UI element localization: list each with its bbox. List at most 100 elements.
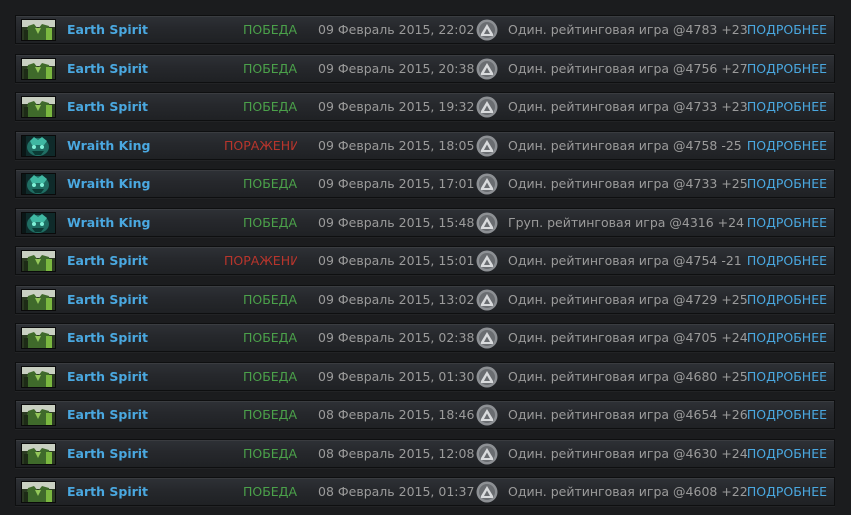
ranked-mode-icon xyxy=(476,366,498,388)
wraith-king-portrait-icon xyxy=(21,212,56,234)
details-link[interactable]: ПОДРОБНЕЕ xyxy=(747,176,827,191)
details-link[interactable]: ПОДРОБНЕЕ xyxy=(747,292,827,307)
earth-spirit-portrait-icon xyxy=(21,58,56,80)
hero-name[interactable]: Earth Spirit xyxy=(67,22,237,37)
earth-spirit-portrait-icon xyxy=(21,289,56,311)
match-date: 08 Февраль 2015, 01:37 xyxy=(318,484,475,499)
match-description: Один. рейтинговая игра @4705 +24 xyxy=(508,330,748,345)
ranked-mode-icon xyxy=(476,135,498,157)
details-link[interactable]: ПОДРОБНЕЕ xyxy=(747,215,827,230)
hero-name[interactable]: Earth Spirit xyxy=(67,407,237,422)
details-link[interactable]: ПОДРОБНЕЕ xyxy=(747,484,827,499)
ranked-mode-icon xyxy=(476,173,498,195)
match-description: Один. рейтинговая игра @4733 +23 xyxy=(508,99,748,114)
match-result: ПОБЕДА xyxy=(242,484,297,499)
details-link[interactable]: ПОДРОБНЕЕ xyxy=(747,253,827,268)
match-date: 09 Февраль 2015, 13:02 xyxy=(318,292,475,307)
match-result: ПОБЕДА xyxy=(242,99,297,114)
details-link[interactable]: ПОДРОБНЕЕ xyxy=(747,99,827,114)
match-date: 09 Февраль 2015, 15:01 xyxy=(318,253,475,268)
hero-name[interactable]: Earth Spirit xyxy=(67,330,237,345)
earth-spirit-portrait-icon xyxy=(21,96,56,118)
match-row[interactable]: Earth Spirit ПОБЕДА 09 Февраль 2015, 01:… xyxy=(15,362,835,391)
ranked-mode-icon xyxy=(476,96,498,118)
details-link[interactable]: ПОДРОБНЕЕ xyxy=(747,22,827,37)
match-date: 09 Февраль 2015, 01:30 xyxy=(318,369,475,384)
ranked-mode-icon xyxy=(476,481,498,503)
match-date: 09 Февраль 2015, 17:01 xyxy=(318,176,475,191)
ranked-mode-icon xyxy=(476,19,498,41)
match-description: Один. рейтинговая игра @4729 +25 xyxy=(508,292,748,307)
hero-name[interactable]: Earth Spirit xyxy=(67,292,237,307)
details-link[interactable]: ПОДРОБНЕЕ xyxy=(747,330,827,345)
match-description: Один. рейтинговая игра @4754 -21 xyxy=(508,253,742,268)
match-row[interactable]: Earth Spirit ПОБЕДА 09 Февраль 2015, 19:… xyxy=(15,92,835,121)
ranked-mode-icon xyxy=(476,404,498,426)
match-date: 09 Февраль 2015, 22:02 xyxy=(318,22,475,37)
match-row[interactable]: Wraith King ПОБЕДА 09 Февраль 2015, 15:4… xyxy=(15,208,835,237)
ranked-mode-icon xyxy=(476,289,498,311)
details-link[interactable]: ПОДРОБНЕЕ xyxy=(747,369,827,384)
hero-name[interactable]: Wraith King xyxy=(67,138,237,153)
wraith-king-portrait-icon xyxy=(21,173,56,195)
hero-name[interactable]: Earth Spirit xyxy=(67,446,237,461)
match-row[interactable]: Earth Spirit ПОРАЖЕНИ 09 Февраль 2015, 1… xyxy=(15,246,835,275)
match-result: ПОБЕДА xyxy=(242,22,297,37)
details-link[interactable]: ПОДРОБНЕЕ xyxy=(747,446,827,461)
match-date: 08 Февраль 2015, 18:46 xyxy=(318,407,475,422)
hero-name[interactable]: Earth Spirit xyxy=(67,61,237,76)
earth-spirit-portrait-icon xyxy=(21,481,56,503)
match-row[interactable]: Wraith King ПОБЕДА 09 Февраль 2015, 17:0… xyxy=(15,169,835,198)
match-row[interactable]: Wraith King ПОРАЖЕНИ 09 Февраль 2015, 18… xyxy=(15,131,835,160)
hero-name[interactable]: Wraith King xyxy=(67,215,237,230)
match-description: Один. рейтинговая игра @4733 +25 xyxy=(508,176,748,191)
match-description: Груп. рейтинговая игра @4316 +24 xyxy=(508,215,745,230)
match-date: 08 Февраль 2015, 12:08 xyxy=(318,446,475,461)
details-link[interactable]: ПОДРОБНЕЕ xyxy=(747,61,827,76)
match-result: ПОБЕДА xyxy=(242,407,297,422)
ranked-mode-icon xyxy=(476,443,498,465)
hero-name[interactable]: Earth Spirit xyxy=(67,99,237,114)
match-date: 09 Февраль 2015, 15:48 xyxy=(318,215,475,230)
earth-spirit-portrait-icon xyxy=(21,443,56,465)
match-row[interactable]: Earth Spirit ПОБЕДА 08 Февраль 2015, 18:… xyxy=(15,400,835,429)
match-description: Один. рейтинговая игра @4783 +23 xyxy=(508,22,748,37)
ranked-mode-icon xyxy=(476,58,498,80)
match-result: ПОРАЖЕНИ xyxy=(224,138,297,153)
hero-name[interactable]: Earth Spirit xyxy=(67,253,237,268)
match-result: ПОБЕДА xyxy=(242,215,297,230)
details-link[interactable]: ПОДРОБНЕЕ xyxy=(747,138,827,153)
ranked-mode-icon xyxy=(476,327,498,349)
match-history-list: Earth Spirit ПОБЕДА 09 Февраль 2015, 22:… xyxy=(0,0,851,515)
match-result: ПОБЕДА xyxy=(242,369,297,384)
match-description: Один. рейтинговая игра @4758 -25 xyxy=(508,138,742,153)
earth-spirit-portrait-icon xyxy=(21,404,56,426)
hero-name[interactable]: Earth Spirit xyxy=(67,369,237,384)
match-row[interactable]: Earth Spirit ПОБЕДА 09 Февраль 2015, 13:… xyxy=(15,285,835,314)
earth-spirit-portrait-icon xyxy=(21,366,56,388)
match-description: Один. рейтинговая игра @4608 +22 xyxy=(508,484,748,499)
match-row[interactable]: Earth Spirit ПОБЕДА 08 Февраль 2015, 01:… xyxy=(15,477,835,506)
earth-spirit-portrait-icon xyxy=(21,327,56,349)
match-row[interactable]: Earth Spirit ПОБЕДА 09 Февраль 2015, 20:… xyxy=(15,54,835,83)
ranked-mode-icon xyxy=(476,250,498,272)
match-description: Один. рейтинговая игра @4756 +27 xyxy=(508,61,748,76)
match-row[interactable]: Earth Spirit ПОБЕДА 09 Февраль 2015, 22:… xyxy=(15,15,835,44)
match-description: Один. рейтинговая игра @4630 +24 xyxy=(508,446,748,461)
hero-name[interactable]: Wraith King xyxy=(67,176,237,191)
match-result: ПОБЕДА xyxy=(242,176,297,191)
details-link[interactable]: ПОДРОБНЕЕ xyxy=(747,407,827,422)
match-date: 09 Февраль 2015, 02:38 xyxy=(318,330,475,345)
match-date: 09 Февраль 2015, 18:05 xyxy=(318,138,475,153)
match-description: Один. рейтинговая игра @4680 +25 xyxy=(508,369,748,384)
earth-spirit-portrait-icon xyxy=(21,19,56,41)
match-result: ПОРАЖЕНИ xyxy=(224,253,297,268)
match-row[interactable]: Earth Spirit ПОБЕДА 08 Февраль 2015, 12:… xyxy=(15,439,835,468)
match-row[interactable]: Earth Spirit ПОБЕДА 09 Февраль 2015, 02:… xyxy=(15,323,835,352)
match-result: ПОБЕДА xyxy=(242,330,297,345)
match-date: 09 Февраль 2015, 19:32 xyxy=(318,99,475,114)
match-result: ПОБЕДА xyxy=(242,446,297,461)
match-result: ПОБЕДА xyxy=(242,61,297,76)
earth-spirit-portrait-icon xyxy=(21,250,56,272)
hero-name[interactable]: Earth Spirit xyxy=(67,484,237,499)
